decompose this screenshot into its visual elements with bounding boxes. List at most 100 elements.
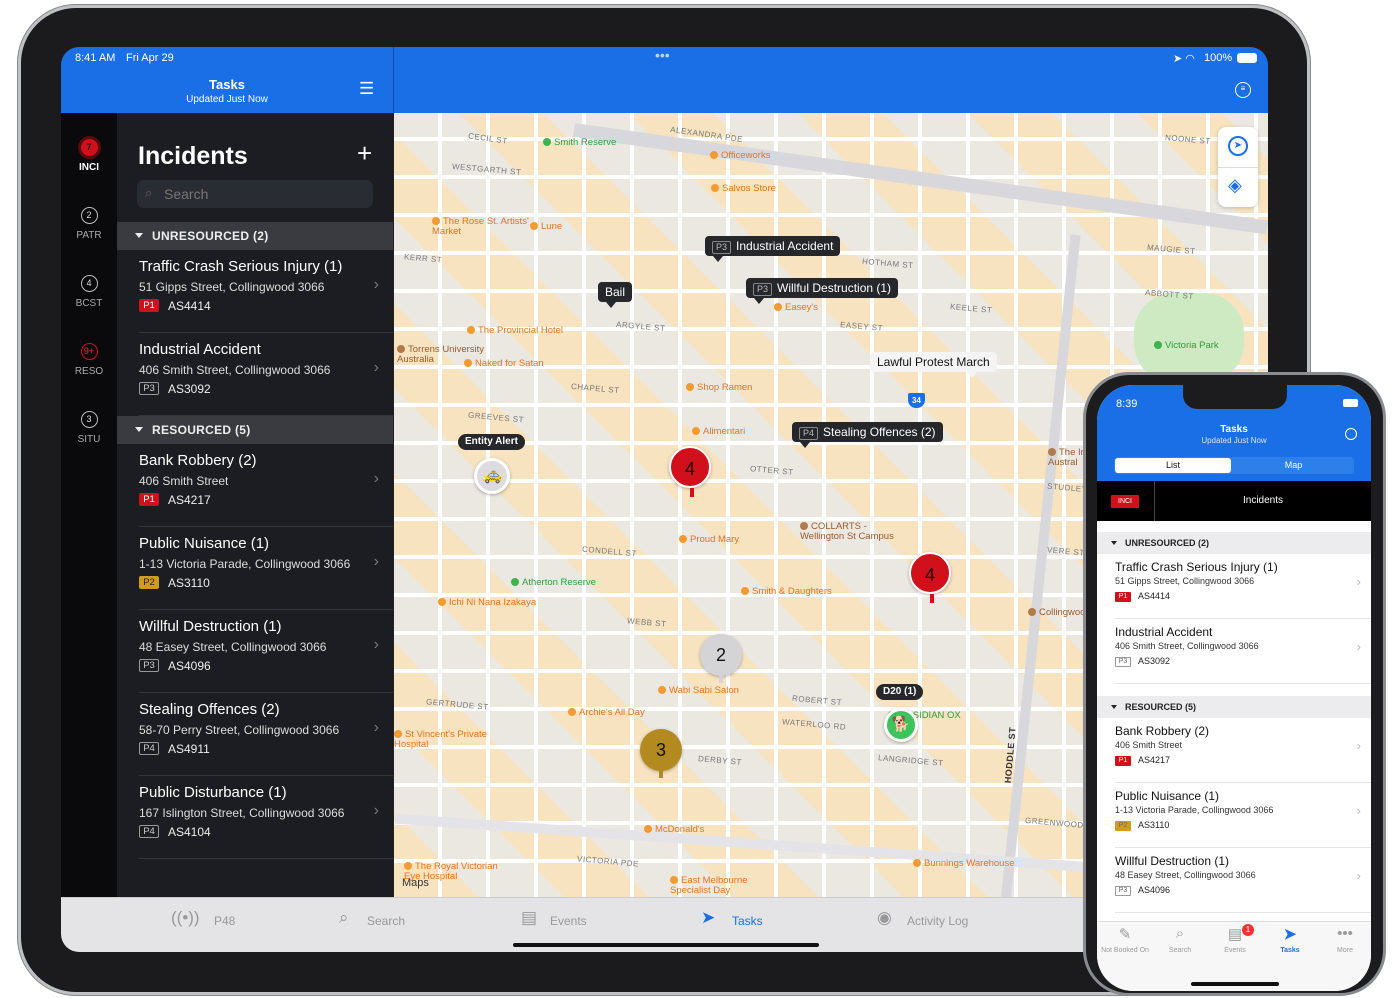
- tab-p48[interactable]: P48: [214, 914, 235, 928]
- incident-row[interactable]: Bank Robbery (2) 406 Smith Street P1 AS4217…: [117, 444, 393, 527]
- section-header[interactable]: RESOURCED (5): [1097, 696, 1371, 718]
- street-label: GREEVES ST: [467, 410, 525, 425]
- callout-text: Lawful Protest March: [877, 355, 990, 369]
- poi-label[interactable]: Officeworks: [710, 151, 770, 161]
- cluster-marker[interactable]: 4: [909, 552, 951, 603]
- navigation-icon: ➤: [701, 908, 716, 927]
- search-input[interactable]: ⌕ Search: [137, 180, 373, 208]
- filter-icon[interactable]: ≡: [1235, 82, 1251, 98]
- poi-label[interactable]: Wabi Sabi Salon: [658, 686, 739, 696]
- cluster-marker[interactable]: 4: [669, 446, 711, 497]
- inci-badge[interactable]: INCI: [1111, 495, 1139, 508]
- callout-text: Willful Destruction (1): [777, 281, 892, 295]
- poi-label[interactable]: Salvos Store: [711, 184, 776, 194]
- poi-label[interactable]: The Rose St. Artists' Market: [432, 217, 542, 237]
- priority-badge: P3: [753, 283, 773, 296]
- tab-icon: ⌕: [1175, 925, 1185, 942]
- poi-label[interactable]: East Melbourne Specialist Day: [670, 876, 780, 896]
- poi-label[interactable]: Alimentari: [692, 427, 745, 437]
- incident-address: 406 Smith Street, Collingwood 3066: [1115, 641, 1259, 651]
- poi-label[interactable]: Smith & Daughters: [741, 587, 832, 597]
- map-callout[interactable]: D20 (1): [876, 684, 924, 700]
- segment-list[interactable]: List: [1115, 458, 1231, 473]
- map-callout[interactable]: P3 Industrial Accident: [705, 236, 841, 262]
- street-label: CECIL ST: [467, 131, 509, 146]
- map-callout[interactable]: Lawful Protest March: [870, 352, 997, 378]
- tab-search[interactable]: Search: [367, 914, 405, 928]
- street-label: MAUGIE ST: [1146, 242, 1196, 257]
- incident-row[interactable]: Traffic Crash Serious Injury (1) 51 Gipps…: [1097, 554, 1371, 619]
- section-header[interactable]: RESOURCED (5): [117, 416, 393, 444]
- phone-tab-events[interactable]: Events: [1208, 947, 1262, 954]
- poi-label[interactable]: Smith Reserve: [543, 138, 616, 148]
- section-header[interactable]: UNRESOURCED (2): [117, 222, 393, 250]
- poi-label[interactable]: Proud Mary: [679, 535, 739, 545]
- section-header[interactable]: UNRESOURCED (2): [1097, 532, 1371, 554]
- notification-badge: 1: [1242, 924, 1254, 936]
- map-callout[interactable]: Bail: [598, 282, 633, 308]
- incident-row[interactable]: Industrial Accident 406 Smith Street, Col…: [117, 333, 393, 416]
- poi-label[interactable]: Bunnings Warehouse: [913, 859, 1014, 869]
- cluster-marker[interactable]: 2: [700, 634, 742, 683]
- divider: [393, 47, 394, 113]
- tab-events[interactable]: Events: [550, 914, 587, 928]
- map-callout[interactable]: P3 Willful Destruction (1): [746, 278, 899, 304]
- poi-label[interactable]: Atherton Reserve: [511, 578, 596, 588]
- incident-row[interactable]: Public Nuisance (1) 1-13 Victoria Parade,…: [117, 527, 393, 610]
- filter-icon[interactable]: [1345, 428, 1357, 440]
- incident-row[interactable]: Public Disturbance (1) 167 Islington Stre…: [117, 776, 393, 859]
- chevron-right-icon: ›: [1356, 803, 1361, 818]
- map-callout[interactable]: Entity Alert: [458, 434, 525, 450]
- incident-row[interactable]: Traffic Crash Serious Injury (1) 51 Gipps…: [117, 250, 393, 333]
- battery-text: 100%: [1204, 52, 1233, 64]
- status-date: Fri Apr 29: [126, 52, 174, 64]
- incident-row[interactable]: Bank Robbery (2) 406 Smith Street P1 AS4217…: [1097, 718, 1371, 783]
- poi-label[interactable]: Victoria Park: [1154, 341, 1219, 351]
- layers-icon[interactable]: ◈: [1228, 175, 1242, 196]
- phone-tab-search[interactable]: Search: [1153, 947, 1207, 954]
- rail-item-inci[interactable]: 7 INCI: [61, 139, 117, 173]
- poi-label[interactable]: Naked for Satan: [464, 359, 544, 369]
- dog-unit-marker-icon[interactable]: 🐕: [884, 708, 918, 742]
- poi-label[interactable]: Archie's All Day: [568, 708, 645, 718]
- segment-map[interactable]: Map: [1234, 458, 1353, 473]
- poi-label[interactable]: The Provincial Hotel: [467, 326, 563, 336]
- rail-item-situ[interactable]: 3 SITU: [61, 411, 117, 445]
- divider: [139, 858, 393, 859]
- tab-activity-log[interactable]: Activity Log: [907, 914, 968, 928]
- phone-tab-more[interactable]: More: [1318, 947, 1372, 954]
- rail-item-reso[interactable]: 9+ RESO: [61, 343, 117, 377]
- count-badge: 3: [80, 411, 98, 428]
- rail-item-bcst[interactable]: 4 BCST: [61, 275, 117, 309]
- incident-row[interactable]: Industrial Accident 406 Smith Street, Col…: [1097, 619, 1371, 684]
- location-arrow-icon[interactable]: ➤: [1228, 136, 1248, 156]
- notch: [1183, 385, 1287, 409]
- tab-tasks[interactable]: Tasks: [732, 914, 763, 928]
- incident-row[interactable]: Public Nuisance (1) 1-13 Victoria Parade,…: [1097, 783, 1371, 848]
- poi-label[interactable]: St Vincent's Private Hospital: [394, 730, 504, 750]
- incident-row[interactable]: Willful Destruction (1) 48 Easey Street, …: [117, 610, 393, 693]
- rail-item-patr[interactable]: 2 PATR: [61, 207, 117, 241]
- poi-label[interactable]: Easey's: [774, 303, 818, 313]
- incident-id: AS4096: [168, 659, 211, 673]
- poi-label[interactable]: Shop Ramen: [686, 383, 752, 393]
- poi-label[interactable]: Ichi Ni Nana Izakaya: [438, 598, 536, 608]
- incident-address: 406 Smith Street: [139, 474, 229, 488]
- phone-tab-tasks[interactable]: Tasks: [1263, 947, 1317, 954]
- road-alexandra-pde: [573, 123, 1268, 235]
- priority-badge: P1: [139, 493, 159, 506]
- poi-label[interactable]: COLLARTS - Wellington St Campus: [800, 522, 910, 542]
- poi-label[interactable]: McDonald's: [644, 825, 704, 835]
- map-callout[interactable]: P4 Stealing Offences (2): [792, 422, 943, 448]
- cluster-marker[interactable]: 3: [640, 729, 682, 778]
- poi-label[interactable]: Lune: [530, 222, 562, 232]
- phone-tab-not-booked-on[interactable]: Not Booked On: [1098, 947, 1152, 954]
- street-label: WEBB ST: [626, 616, 667, 629]
- segmented-control: List Map: [1114, 457, 1354, 474]
- list-icon[interactable]: ☰: [359, 80, 374, 97]
- multitask-dots[interactable]: •••: [655, 47, 670, 63]
- car-marker-icon[interactable]: 🚕: [474, 458, 510, 494]
- incident-row[interactable]: Willful Destruction (1) 48 Easey Street, …: [1097, 848, 1371, 913]
- plus-icon[interactable]: +: [357, 140, 372, 166]
- incident-row[interactable]: Stealing Offences (2) 58-70 Perry Street,…: [117, 693, 393, 776]
